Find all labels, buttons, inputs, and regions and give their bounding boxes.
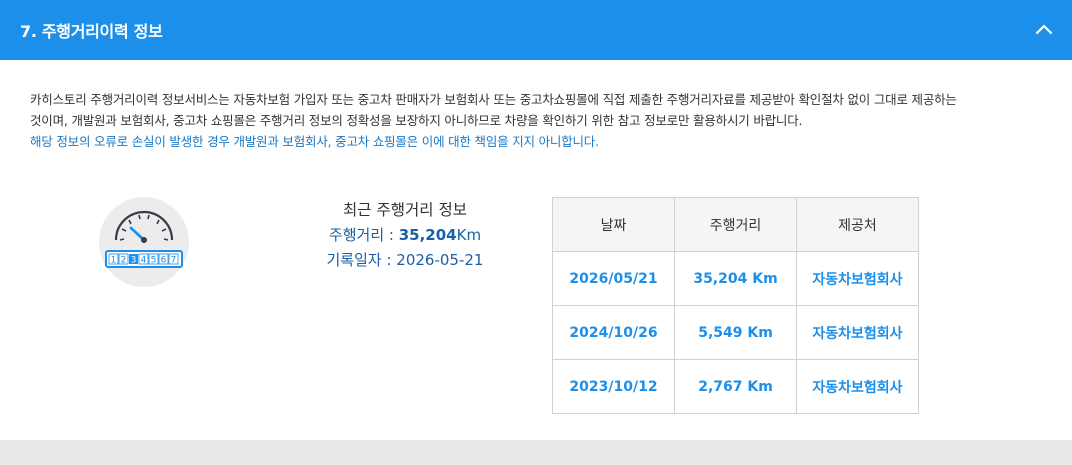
odometer-digit: 2	[121, 256, 127, 266]
column-header-mileage: 주행거리	[674, 197, 797, 252]
cell-provider: 자동차보험회사	[796, 251, 919, 306]
odometer-digit: 1	[111, 256, 117, 266]
section-title: 7. 주행거리이력 정보	[20, 22, 163, 41]
section-header[interactable]: 7. 주행거리이력 정보	[0, 0, 1072, 60]
table-row: 2024/10/26 5,549 Km 자동차보험회사	[552, 305, 919, 360]
mileage-label: 주행거리 :	[328, 226, 399, 244]
table-row: 2026/05/21 35,204 Km 자동차보험회사	[552, 251, 919, 306]
recent-mileage-title: 최근 주행거리 정보	[343, 201, 467, 219]
mileage-value: 35,204	[398, 226, 457, 244]
recent-mileage-info: 최근 주행거리 정보 주행거리 : 35,204Km 기록일자 : 2026-0…	[290, 198, 520, 273]
page-background	[0, 440, 1072, 465]
record-date-value: 2026-05-21	[396, 251, 484, 269]
description-line-1: 카히스토리 주행거리이력 정보서비스는 자동차보험 가입자 또는 중고차 판매자…	[30, 92, 957, 107]
odometer-digit: 4	[141, 256, 147, 266]
cell-date: 2023/10/12	[552, 359, 675, 414]
cell-date: 2024/10/26	[552, 305, 675, 360]
cell-provider: 자동차보험회사	[796, 305, 919, 360]
table-header-row: 날짜 주행거리 제공처	[552, 197, 919, 252]
column-header-provider: 제공처	[796, 197, 919, 252]
cell-provider: 자동차보험회사	[796, 359, 919, 414]
cell-date: 2026/05/21	[552, 251, 675, 306]
disclaimer-notice: 해당 정보의 오류로 손실이 발생한 경우 개발원과 보험회사, 중고차 쇼핑몰…	[30, 134, 599, 149]
odometer-icon: 1 2 3 4 5 6 7	[99, 197, 189, 287]
odometer-digit: 5	[151, 256, 157, 266]
description: 카히스토리 주행거리이력 정보서비스는 자동차보험 가입자 또는 중고차 판매자…	[30, 89, 1040, 152]
recent-mileage-line: 주행거리 : 35,204Km	[290, 223, 520, 248]
odometer-digit: 6	[161, 256, 167, 266]
record-date-label: 기록일자 :	[326, 251, 397, 269]
mileage-unit: Km	[456, 226, 482, 244]
record-date-line: 기록일자 : 2026-05-21	[290, 248, 520, 273]
cell-mileage: 2,767 Km	[674, 359, 797, 414]
cell-mileage: 35,204 Km	[674, 251, 797, 306]
odometer-digit: 7	[171, 256, 177, 266]
description-line-2: 것이며, 개발원과 보험회사, 중고차 쇼핑몰은 주행거리 정보의 정확성을 보…	[30, 113, 803, 128]
odometer-digit: 3	[131, 256, 137, 266]
mileage-history-panel: 7. 주행거리이력 정보 카히스토리 주행거리이력 정보서비스는 자동차보험 가…	[0, 0, 1072, 440]
chevron-up-icon[interactable]	[1034, 20, 1054, 40]
cell-mileage: 5,549 Km	[674, 305, 797, 360]
mileage-history-table: 날짜 주행거리 제공처 2026/05/21 35,204 Km 자동차보험회사…	[552, 197, 919, 414]
column-header-date: 날짜	[552, 197, 675, 252]
table-row: 2023/10/12 2,767 Km 자동차보험회사	[552, 359, 919, 414]
